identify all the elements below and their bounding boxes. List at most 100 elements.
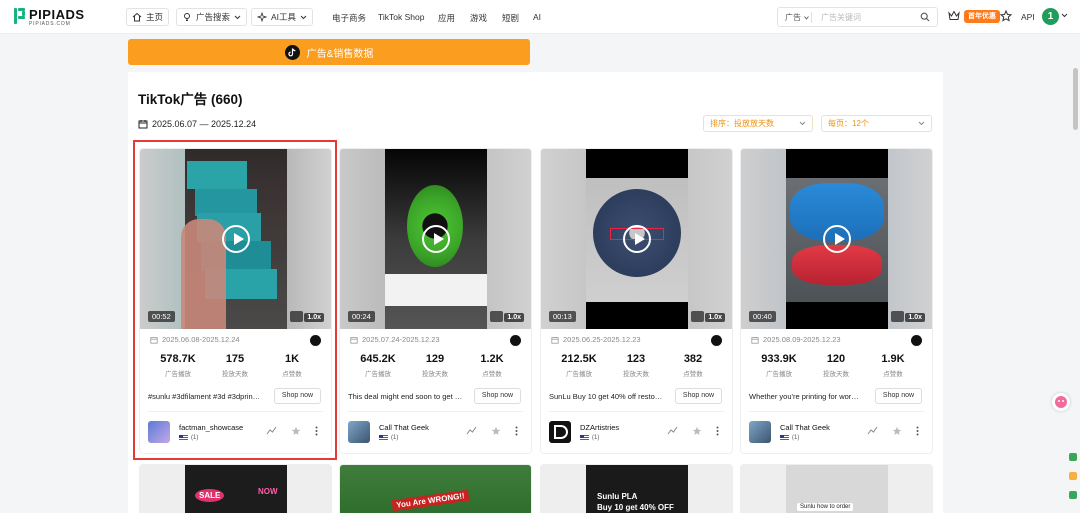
advertiser-name[interactable]: DZArtistries [580,423,619,432]
search-input[interactable]: 广告关键词 [821,12,861,23]
chevron-down-icon [300,15,307,19]
pipiads-logo[interactable]: PIPIADS PIPIADS.COM [14,7,84,28]
nav-ai-tools-button[interactable]: AI工具 [251,8,314,26]
nav-link-short-drama[interactable]: 短剧 [502,12,519,24]
mute-icon[interactable] [691,311,704,322]
thumb-overlay-text: NOW [258,487,278,496]
thumb-overlay-text: Sunlu how to order [797,503,854,511]
more-options-icon[interactable] [716,426,719,436]
analytics-icon[interactable] [867,426,878,435]
nav-link-apps[interactable]: 应用 [438,12,455,24]
playback-speed[interactable]: 1.0x [905,313,925,322]
logo-mark-icon [14,8,26,24]
home-icon [132,12,142,22]
ad-card[interactable]: Sunlu how to order [740,464,933,513]
tiktok-icon [911,335,922,346]
ad-card[interactable]: 00:24 1.0x 2025.07.24-2025.12.23 645.2K 广… [339,148,532,454]
ad-card[interactable]: You Are WRONG!! [339,464,532,513]
ad-card[interactable]: Sunlu PLA Buy 10 get 40% OFF [540,464,733,513]
date-range-text: 2025.06.07 — 2025.12.24 [152,119,257,129]
nav-link-tiktok-shop[interactable]: TikTok Shop [378,12,424,22]
shop-now-button[interactable]: Shop now [875,388,922,404]
star-icon[interactable] [1000,10,1012,22]
calendar-icon [551,336,559,344]
lightbulb-icon [184,13,190,21]
video-thumbnail[interactable]: 00:40 1.0x [741,149,932,329]
assistant-float-button[interactable] [1052,393,1070,411]
more-options-icon[interactable] [515,426,518,436]
ad-caption: Whether you're printing for wor… [749,392,859,401]
stat-plays: 645.2K 广告播放 [360,353,396,378]
tiktok-icon [510,335,521,346]
advertiser-avatar[interactable] [749,421,771,443]
date-range: 2025.06.07 — 2025.12.24 [138,119,256,129]
play-icon[interactable] [822,225,851,253]
video-duration: 00:13 [549,311,576,322]
nav-ad-search-button[interactable]: 广告搜索 [176,8,248,26]
stat-likes: 1.2K 点赞数 [480,353,504,378]
mute-icon[interactable] [490,311,503,322]
video-thumbnail[interactable]: 00:24 1.0x [340,149,531,329]
favorite-star-icon[interactable] [892,426,902,436]
play-icon[interactable] [421,225,450,253]
calendar-icon [350,336,358,344]
search-icon[interactable] [920,12,930,22]
mute-icon[interactable] [891,311,904,322]
stat-days: 123 投放天数 [623,353,649,378]
nav-ai-tools-label: AI工具 [271,12,297,22]
playback-speed[interactable]: 1.0x [705,313,725,322]
side-tool-icon[interactable] [1069,491,1077,499]
stat-likes: 382 点赞数 [683,353,703,378]
page-scrollbar[interactable] [1073,68,1078,130]
logo-text: PIPIADS [29,7,85,22]
calendar-icon [138,120,148,129]
nav-link-games[interactable]: 游戏 [470,12,487,24]
card-date-range: 2025.06.25-2025.12.23 [551,335,641,344]
stat-days: 120 投放天数 [823,353,849,378]
side-tool-icon[interactable] [1069,453,1077,461]
page-title: TikTok广告 (660) [138,92,243,107]
ad-sales-data-button[interactable]: 广告&销售数据 [128,39,530,65]
ad-card[interactable]: 00:40 1.0x 2025.08.09-2025.12.23 933.9K 广… [740,148,933,454]
top-nav: PIPIADS PIPIADS.COM 主页 广告搜索 AI工具 电子商务 Ti… [0,0,1080,34]
chevron-down-icon[interactable] [1061,13,1068,18]
thumb-overlay-text: Sunlu PLA [597,492,638,501]
api-link[interactable]: API [1021,12,1035,22]
analytics-icon[interactable] [466,426,477,435]
play-icon[interactable] [622,225,651,253]
card-date-range: 2025.08.09-2025.12.23 [751,335,841,344]
search-type-select[interactable]: 广告 [785,12,801,23]
logo-subtext: PIPIADS.COM [29,21,71,27]
per-page-dropdown[interactable]: 每页：12个 [821,115,932,132]
stat-plays: 212.5K 广告播放 [561,353,597,378]
side-tool-icon[interactable] [1069,472,1077,480]
advertiser-name[interactable]: Call That Geek [379,423,429,432]
playback-speed[interactable]: 1.0x [504,313,524,322]
stat-days: 129 投放天数 [422,353,448,378]
nav-home-button[interactable]: 主页 [126,8,170,26]
ad-card[interactable]: SALE NOW [139,464,332,513]
favorite-star-icon[interactable] [692,426,702,436]
nav-link-ai[interactable]: AI [533,12,541,22]
sort-dropdown[interactable]: 排序：投放放天数 [703,115,813,132]
country-flag: (1) [379,435,398,441]
advertiser-name[interactable]: Call That Geek [780,423,830,432]
video-thumbnail[interactable]: 00:13 1.0x [541,149,732,329]
shop-now-button[interactable]: Shop now [474,388,521,404]
promo-badge[interactable]: 首年优惠 [964,10,1000,23]
user-avatar[interactable]: 1 [1042,8,1059,25]
chevron-down-icon [799,121,806,126]
per-page-label: 每页：12个 [828,119,869,128]
search-box: 广告 广告关键词 [777,7,938,27]
favorite-star-icon[interactable] [491,426,501,436]
advertiser-avatar[interactable] [348,421,370,443]
analytics-icon[interactable] [667,426,678,435]
ad-card[interactable]: 00:13 1.0x 2025.06.25-2025.12.23 212.5K 广… [540,148,733,454]
shop-now-button[interactable]: Shop now [675,388,722,404]
more-options-icon[interactable] [916,426,919,436]
advertiser-avatar[interactable] [549,421,571,443]
crown-icon[interactable] [948,10,960,21]
chevron-down-icon [804,16,809,20]
thumb-overlay-text: Buy 10 get 40% OFF [597,503,674,512]
nav-link-ecommerce[interactable]: 电子商务 [332,12,366,24]
